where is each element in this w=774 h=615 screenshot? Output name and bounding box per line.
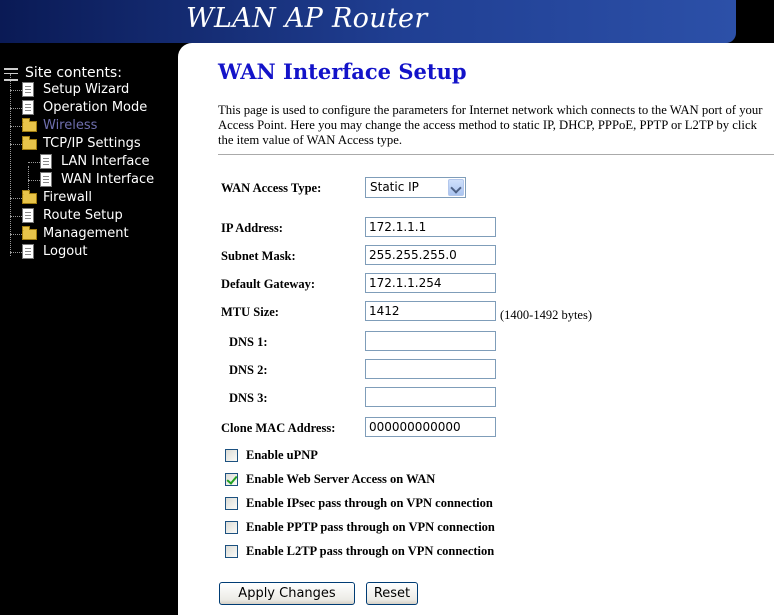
mtu-size-label: MTU Size: — [221, 305, 279, 319]
document-icon — [22, 82, 34, 97]
sidebar-item-label: Operation Mode — [43, 100, 148, 115]
enable-upnp-label: Enable uPNP — [246, 448, 318, 462]
ip-address-input[interactable]: 172.1.1.1 — [365, 217, 496, 237]
clone-mac-input[interactable]: 000000000000 — [365, 417, 496, 437]
clone-mac-label: Clone MAC Address: — [221, 421, 336, 435]
default-gateway-input[interactable]: 172.1.1.254 — [365, 273, 496, 293]
reset-button[interactable]: Reset — [366, 582, 418, 605]
sidebar-item-label: WAN Interface — [61, 172, 155, 187]
folder-icon — [22, 226, 37, 240]
folder-icon — [22, 118, 37, 132]
tree-root-icon — [4, 68, 18, 81]
wan-access-type-select[interactable]: Static IP — [365, 177, 466, 198]
enable-web-server-access-checkbox[interactable] — [225, 473, 238, 486]
sidebar-item-label: Route Setup — [43, 208, 123, 223]
sidebar-item-label: LAN Interface — [61, 154, 150, 169]
dns1-label: DNS 1: — [229, 335, 268, 349]
enable-web-server-access-label: Enable Web Server Access on WAN — [246, 472, 436, 486]
wan-access-type-value: Static IP — [370, 180, 419, 194]
default-gateway-label: Default Gateway: — [221, 277, 316, 291]
document-icon — [22, 244, 34, 259]
open-folder-icon — [22, 136, 37, 150]
enable-ipsec-label: Enable IPsec pass through on VPN connect… — [246, 496, 493, 510]
enable-pptp-checkbox[interactable] — [225, 521, 238, 534]
chevron-down-icon[interactable] — [448, 179, 464, 196]
dns2-input[interactable] — [365, 359, 496, 379]
dns1-input[interactable] — [365, 331, 496, 351]
enable-l2tp-checkbox[interactable] — [225, 545, 238, 558]
tree-root-label: Site contents: — [25, 65, 122, 81]
dns3-input[interactable] — [365, 387, 496, 407]
enable-l2tp-label: Enable L2TP pass through on VPN connecti… — [246, 544, 495, 558]
folder-icon — [22, 190, 37, 204]
subnet-mask-input[interactable]: 255.255.255.0 — [365, 245, 496, 265]
dns2-label: DNS 2: — [229, 363, 268, 377]
document-icon — [40, 154, 52, 169]
sidebar-item-label: TCP/IP Settings — [43, 136, 141, 151]
sidebar-item-label: Wireless — [43, 118, 98, 133]
enable-ipsec-checkbox[interactable] — [225, 497, 238, 510]
mtu-size-hint: (1400-1492 bytes) — [500, 308, 592, 322]
sidebar-item-label: Logout — [43, 244, 88, 259]
sidebar-item-label: Setup Wizard — [43, 82, 130, 97]
sidebar-item-label: Firewall — [43, 190, 93, 205]
subnet-mask-label: Subnet Mask: — [221, 249, 296, 263]
page-title: WAN Interface Setup — [218, 59, 467, 84]
document-icon — [40, 172, 52, 187]
sidebar-item-label: Management — [43, 226, 129, 241]
mtu-size-input[interactable]: 1412 — [365, 301, 496, 321]
document-icon — [22, 208, 34, 223]
app-title: WLAN AP Router — [186, 3, 428, 34]
dns3-label: DNS 3: — [229, 391, 268, 405]
sidebar: Site contents: Setup Wizard Operation Mo… — [0, 43, 178, 615]
divider — [218, 154, 774, 155]
ip-address-label: IP Address: — [221, 221, 283, 235]
enable-pptp-label: Enable PPTP pass through on VPN connecti… — [246, 520, 495, 534]
apply-changes-button[interactable]: Apply Changes — [219, 582, 355, 605]
enable-upnp-checkbox[interactable] — [225, 449, 238, 462]
wan-access-type-label: WAN Access Type: — [221, 181, 322, 195]
document-icon — [22, 100, 34, 115]
page-description: This page is used to configure the param… — [218, 103, 763, 147]
